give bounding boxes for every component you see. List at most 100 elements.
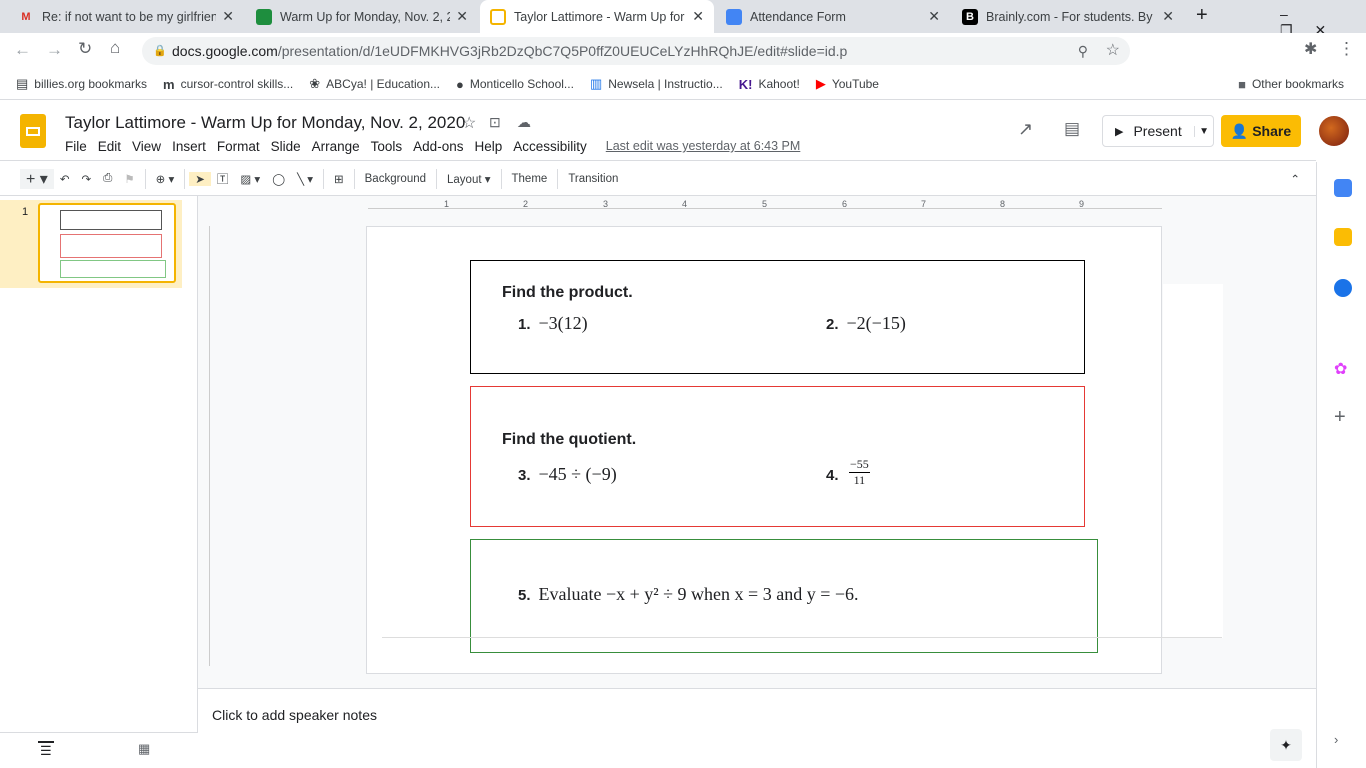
collapse-icon[interactable]: ⌃ xyxy=(1284,172,1306,186)
browser-tab[interactable]: B Brainly.com - For students. By students… xyxy=(952,0,1184,33)
newsela-icon: ▥ xyxy=(589,76,603,91)
menu-format[interactable]: Format xyxy=(217,139,260,154)
close-tab-icon[interactable]: ✕ xyxy=(222,8,234,25)
bookmark-label: Other bookmarks xyxy=(1251,77,1344,91)
menu-tools[interactable]: Tools xyxy=(371,139,403,154)
forward-icon[interactable]: → xyxy=(46,40,63,60)
select-icon[interactable]: ➤ xyxy=(189,171,211,186)
vertical-ruler xyxy=(200,226,210,666)
browser-tab[interactable]: M Re: if not want to be my girlfriend ✕ xyxy=(8,0,244,33)
menu-file[interactable]: File xyxy=(65,139,87,154)
zoom-icon[interactable]: ⊕ ▾ xyxy=(150,172,181,186)
bookmark[interactable]: ● Monticello School... xyxy=(456,77,574,92)
filmstrip-view-icon[interactable]: ☰ xyxy=(38,741,54,759)
zoom-icon[interactable]: ⚲ xyxy=(1078,37,1088,65)
print-icon[interactable]: ⎙ xyxy=(97,172,118,185)
problem-4-fraction: −55 11 xyxy=(849,457,870,487)
menu-view[interactable]: View xyxy=(132,139,161,154)
bookmark[interactable]: ❀ ABCya! | Education... xyxy=(309,76,440,92)
quotient-box[interactable] xyxy=(470,386,1085,527)
back-icon[interactable]: ← xyxy=(14,40,31,60)
other-bookmarks[interactable]: ■ Other bookmarks xyxy=(1238,77,1344,92)
expand-panel-icon[interactable]: › xyxy=(1334,732,1352,750)
slide[interactable]: Find the product. 1. −3(12) 2. −2(−15) Fin… xyxy=(366,226,1162,674)
cloud-status-icon[interactable]: ☁ xyxy=(517,114,531,131)
paint-format-icon[interactable]: ⚑ xyxy=(118,172,140,186)
menu-addons[interactable]: Add-ons xyxy=(413,139,463,154)
present-button[interactable]: ▶ Present ▼ xyxy=(1102,115,1214,147)
textbox-icon[interactable]: 🅃 xyxy=(211,171,235,187)
bookmark[interactable]: ▥ Newsela | Instructio... xyxy=(590,76,723,92)
grid-view-icon[interactable]: ▦ xyxy=(138,741,150,757)
menu-accessibility[interactable]: Accessibility xyxy=(513,139,587,154)
folder-icon: ▤ xyxy=(16,76,29,91)
tab-bar: M Re: if not want to be my girlfriend ✕ Wa… xyxy=(0,0,1366,38)
slides-icon xyxy=(490,8,506,25)
document-title[interactable]: Taylor Lattimore - Warm Up for Monday, N… xyxy=(65,113,465,133)
activity-icon[interactable]: ↗ xyxy=(1018,119,1033,140)
menu-help[interactable]: Help xyxy=(474,139,502,154)
speaker-notes-placeholder: Click to add speaker notes xyxy=(212,707,377,723)
tab-title: Warm Up for Monday, Nov. 2, 2020 xyxy=(280,9,451,24)
menu-arrange[interactable]: Arrange xyxy=(312,139,360,154)
add-addon-icon[interactable]: + xyxy=(1334,406,1352,428)
background-button[interactable]: Background xyxy=(359,173,432,185)
move-folder-icon[interactable]: ⊡ xyxy=(489,114,501,131)
problem-2: 2. −2(−15) xyxy=(826,313,906,333)
tab-title: Brainly.com - For students. By students xyxy=(986,9,1156,24)
new-slide-icon[interactable]: + ▾ xyxy=(20,168,54,189)
share-button[interactable]: 👤 Share xyxy=(1221,115,1301,147)
slide-thumbnail-selected[interactable]: 1 xyxy=(0,200,182,288)
last-edit-link[interactable]: Last edit was yesterday at 6:43 PM xyxy=(606,139,801,154)
redo-icon[interactable]: ↷ xyxy=(75,172,97,186)
close-tab-icon[interactable]: ✕ xyxy=(1162,8,1174,25)
home-icon[interactable]: ⌂ xyxy=(110,38,120,58)
reload-icon[interactable]: ↻ xyxy=(78,39,92,59)
close-tab-icon[interactable]: ✕ xyxy=(692,8,704,25)
undo-icon[interactable]: ↶ xyxy=(54,172,76,186)
transition-button[interactable]: Transition xyxy=(562,173,624,185)
image-icon[interactable]: ▨ ▾ xyxy=(234,172,266,186)
comments-icon[interactable]: ▤ xyxy=(1064,119,1080,139)
line-icon[interactable]: ╲ ▾ xyxy=(291,172,319,186)
bookmark-label: ABCya! | Education... xyxy=(326,77,441,91)
bookmark[interactable]: ▶ YouTube xyxy=(816,76,879,92)
star-icon[interactable]: ☆ xyxy=(1106,37,1120,65)
filmstrip: 1 xyxy=(0,196,198,732)
keep-icon[interactable] xyxy=(1334,228,1352,246)
present-dropdown-icon[interactable]: ▼ xyxy=(1194,125,1213,137)
abcya-icon: ❀ xyxy=(309,76,321,91)
browser-tab[interactable]: Attendance Form ✕ xyxy=(716,0,950,33)
browser-tab-active[interactable]: Taylor Lattimore - Warm Up for Monday ✕ xyxy=(480,0,714,33)
bookmark-label: cursor-control skills... xyxy=(180,77,294,91)
menu-slide[interactable]: Slide xyxy=(271,139,301,154)
speaker-notes[interactable]: Click to add speaker notes ✦ xyxy=(198,688,1316,768)
slides-logo[interactable] xyxy=(20,114,46,148)
layout-label: Layout xyxy=(447,173,482,186)
problem-5: 5. Evaluate −x + y² ÷ 9 when x = 3 and y … xyxy=(518,584,859,604)
folder-icon: ■ xyxy=(1238,76,1246,92)
browser-tab[interactable]: Warm Up for Monday, Nov. 2, 2020 ✕ xyxy=(246,0,478,33)
comment-add-icon[interactable]: ⊞ xyxy=(328,172,350,186)
tasks-icon[interactable] xyxy=(1334,279,1352,297)
explore-icon[interactable]: ✦ xyxy=(1270,729,1302,761)
menu-edit[interactable]: Edit xyxy=(98,139,121,154)
calendar-icon[interactable] xyxy=(1334,179,1352,197)
avatar[interactable] xyxy=(1319,116,1349,146)
bookmark[interactable]: m cursor-control skills... xyxy=(163,77,293,92)
new-tab-button[interactable]: + xyxy=(1196,4,1208,27)
share-label: Share xyxy=(1252,123,1292,139)
theme-button[interactable]: Theme xyxy=(506,173,554,185)
bookmark-folder[interactable]: ▤ billies.org bookmarks xyxy=(16,76,147,92)
close-tab-icon[interactable]: ✕ xyxy=(928,8,940,25)
addon-icon[interactable]: ✿ xyxy=(1334,359,1352,378)
shape-icon[interactable]: ◯ xyxy=(266,172,291,186)
url-input[interactable]: 🔒 docs.google.com/presentation/d/1eUDFMK… xyxy=(142,37,1130,65)
bookmark[interactable]: K! Kahoot! xyxy=(739,77,800,92)
layout-button[interactable]: Layout ▾ xyxy=(441,172,497,186)
extensions-icon[interactable]: ✱ xyxy=(1304,39,1317,59)
overflow-region xyxy=(1163,284,1223,638)
menu-icon[interactable]: ⋮ xyxy=(1338,39,1355,59)
menu-insert[interactable]: Insert xyxy=(172,139,206,154)
close-tab-icon[interactable]: ✕ xyxy=(456,8,468,25)
